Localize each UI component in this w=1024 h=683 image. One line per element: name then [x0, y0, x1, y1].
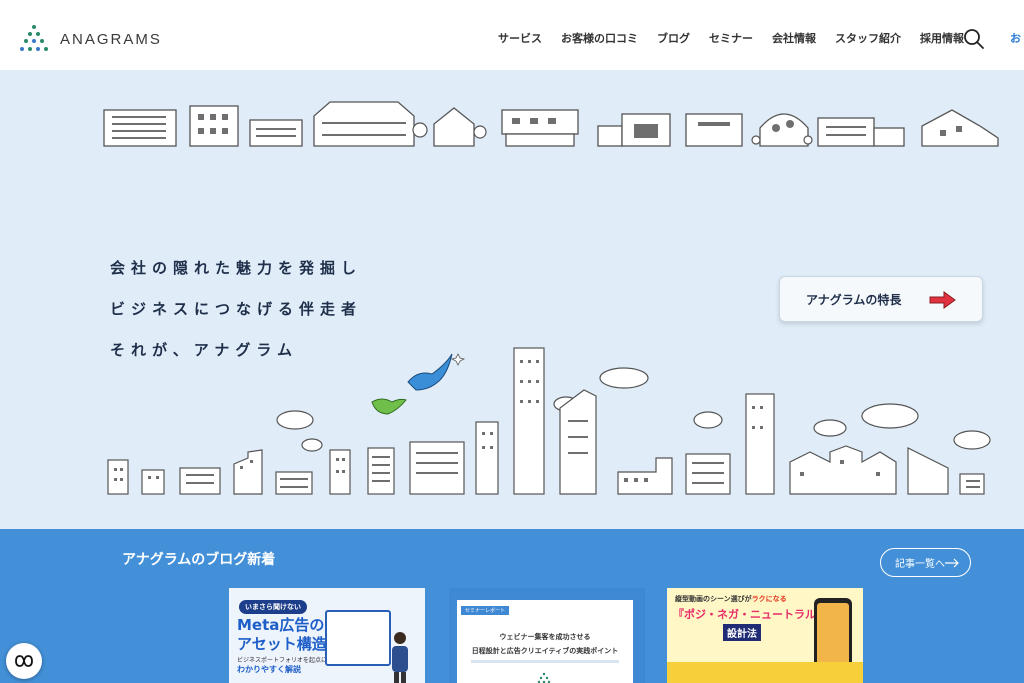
card-top-text-1: 縦型動画のシーン選びが — [675, 595, 752, 603]
person-illustration — [392, 632, 408, 683]
chat-widget-button[interactable] — [6, 643, 42, 679]
skyline-top-illustration — [103, 101, 999, 147]
dashboard-illustration — [325, 610, 391, 666]
nav-item-seminar[interactable]: セミナー — [709, 30, 753, 46]
card-banner — [667, 662, 863, 683]
card-tag: セミナーレポート — [461, 606, 510, 615]
logo-text: ANAGRAMS — [60, 30, 162, 48]
blog-card-meta-asset[interactable]: いまさら聞けない Meta広告の アセット構造 ビジネスポートフォリオを起点に … — [229, 588, 425, 683]
blog-section: アナグラムのブログ新着 記事一覧へ いまさら聞けない Meta広告の アセット構… — [0, 529, 1024, 683]
card-headline: 『ポジ・ネガ・ニュートラル』 — [673, 608, 827, 621]
logo[interactable]: ANAGRAMS — [18, 24, 162, 54]
blog-card-vertical-video[interactable]: 縦型動画のシーン選びがラクになる 『ポジ・ネガ・ニュートラル』 設計法 — [667, 588, 863, 683]
features-button-label: アナグラムの特長 — [806, 292, 902, 307]
card-subtitle-line-2: わかりやすく解説 — [237, 665, 301, 674]
tagline-line-2: ビジネスにつなげる伴走者 — [110, 300, 363, 318]
features-button[interactable]: アナグラムの特長 — [779, 276, 983, 322]
main-nav: サービス お客様の口コミ ブログ セミナー 会社情報 スタッフ紹介 採用情報 — [498, 30, 983, 46]
blog-section-title: アナグラムのブログ新着 — [122, 552, 276, 568]
site-header: ANAGRAMS サービス お客様の口コミ ブログ セミナー 会社情報 スタッフ… — [0, 0, 1024, 70]
arrow-right-icon — [945, 558, 959, 568]
tagline-line-1: 会社の隠れた魅力を発掘し — [110, 259, 363, 277]
nav-item-service[interactable]: サービス — [498, 30, 542, 46]
logo-mark-icon — [20, 25, 48, 51]
nav-item-recruit[interactable]: 採用情報 — [920, 30, 964, 46]
card-thumbnail: セミナーレポート ウェビナー集客を成功させる 日程設計と広告クリエイティブの実践… — [457, 600, 633, 683]
card-title-line-1: ウェビナー集客を成功させる — [499, 633, 591, 641]
card-subtitle: 設計法 — [723, 624, 761, 641]
hero-section: 会社の隠れた魅力を発掘し ビジネスにつなげる伴走者 それが、アナグラム アナグラ… — [0, 70, 1024, 529]
card-subtitle-line-1: ビジネスポートフォリオを起点に — [237, 657, 328, 664]
skyline-bottom-illustration — [107, 347, 991, 495]
card-top-text-2: ラクになる — [751, 595, 787, 603]
card-top-text: 縦型動画のシーン選びがラクになる — [675, 594, 787, 604]
search-icon[interactable] — [963, 28, 985, 50]
nav-item-contact[interactable]: お — [1010, 30, 1021, 46]
card-headline-line-2: アセット構造 — [237, 635, 327, 653]
chat-icon — [15, 655, 33, 667]
logo-mark-icon — [537, 672, 551, 683]
card-headline: Meta広告の アセット構造 — [237, 616, 327, 654]
nav-item-company[interactable]: 会社情報 — [772, 30, 816, 46]
arrow-right-icon — [929, 291, 956, 309]
all-articles-button[interactable]: 記事一覧へ — [880, 548, 971, 577]
card-pill: いまさら聞けない — [239, 600, 307, 614]
nav-item-blog[interactable]: ブログ — [657, 30, 690, 46]
card-title-line-2: 日程設計と広告クリエイティブの実践ポイント — [471, 647, 619, 655]
nav-item-reviews[interactable]: お客様の口コミ — [561, 30, 638, 46]
nav-item-staff[interactable]: スタッフ紹介 — [835, 30, 901, 46]
blog-card-webinar[interactable]: セミナーレポート ウェビナー集客を成功させる 日程設計と広告クリエイティブの実践… — [449, 588, 645, 683]
card-subtitle: ビジネスポートフォリオを起点に わかりやすく解説 — [237, 656, 327, 675]
all-articles-label: 記事一覧へ — [895, 559, 945, 570]
card-headline-line-1: Meta広告の — [237, 616, 325, 634]
divider — [471, 660, 619, 663]
